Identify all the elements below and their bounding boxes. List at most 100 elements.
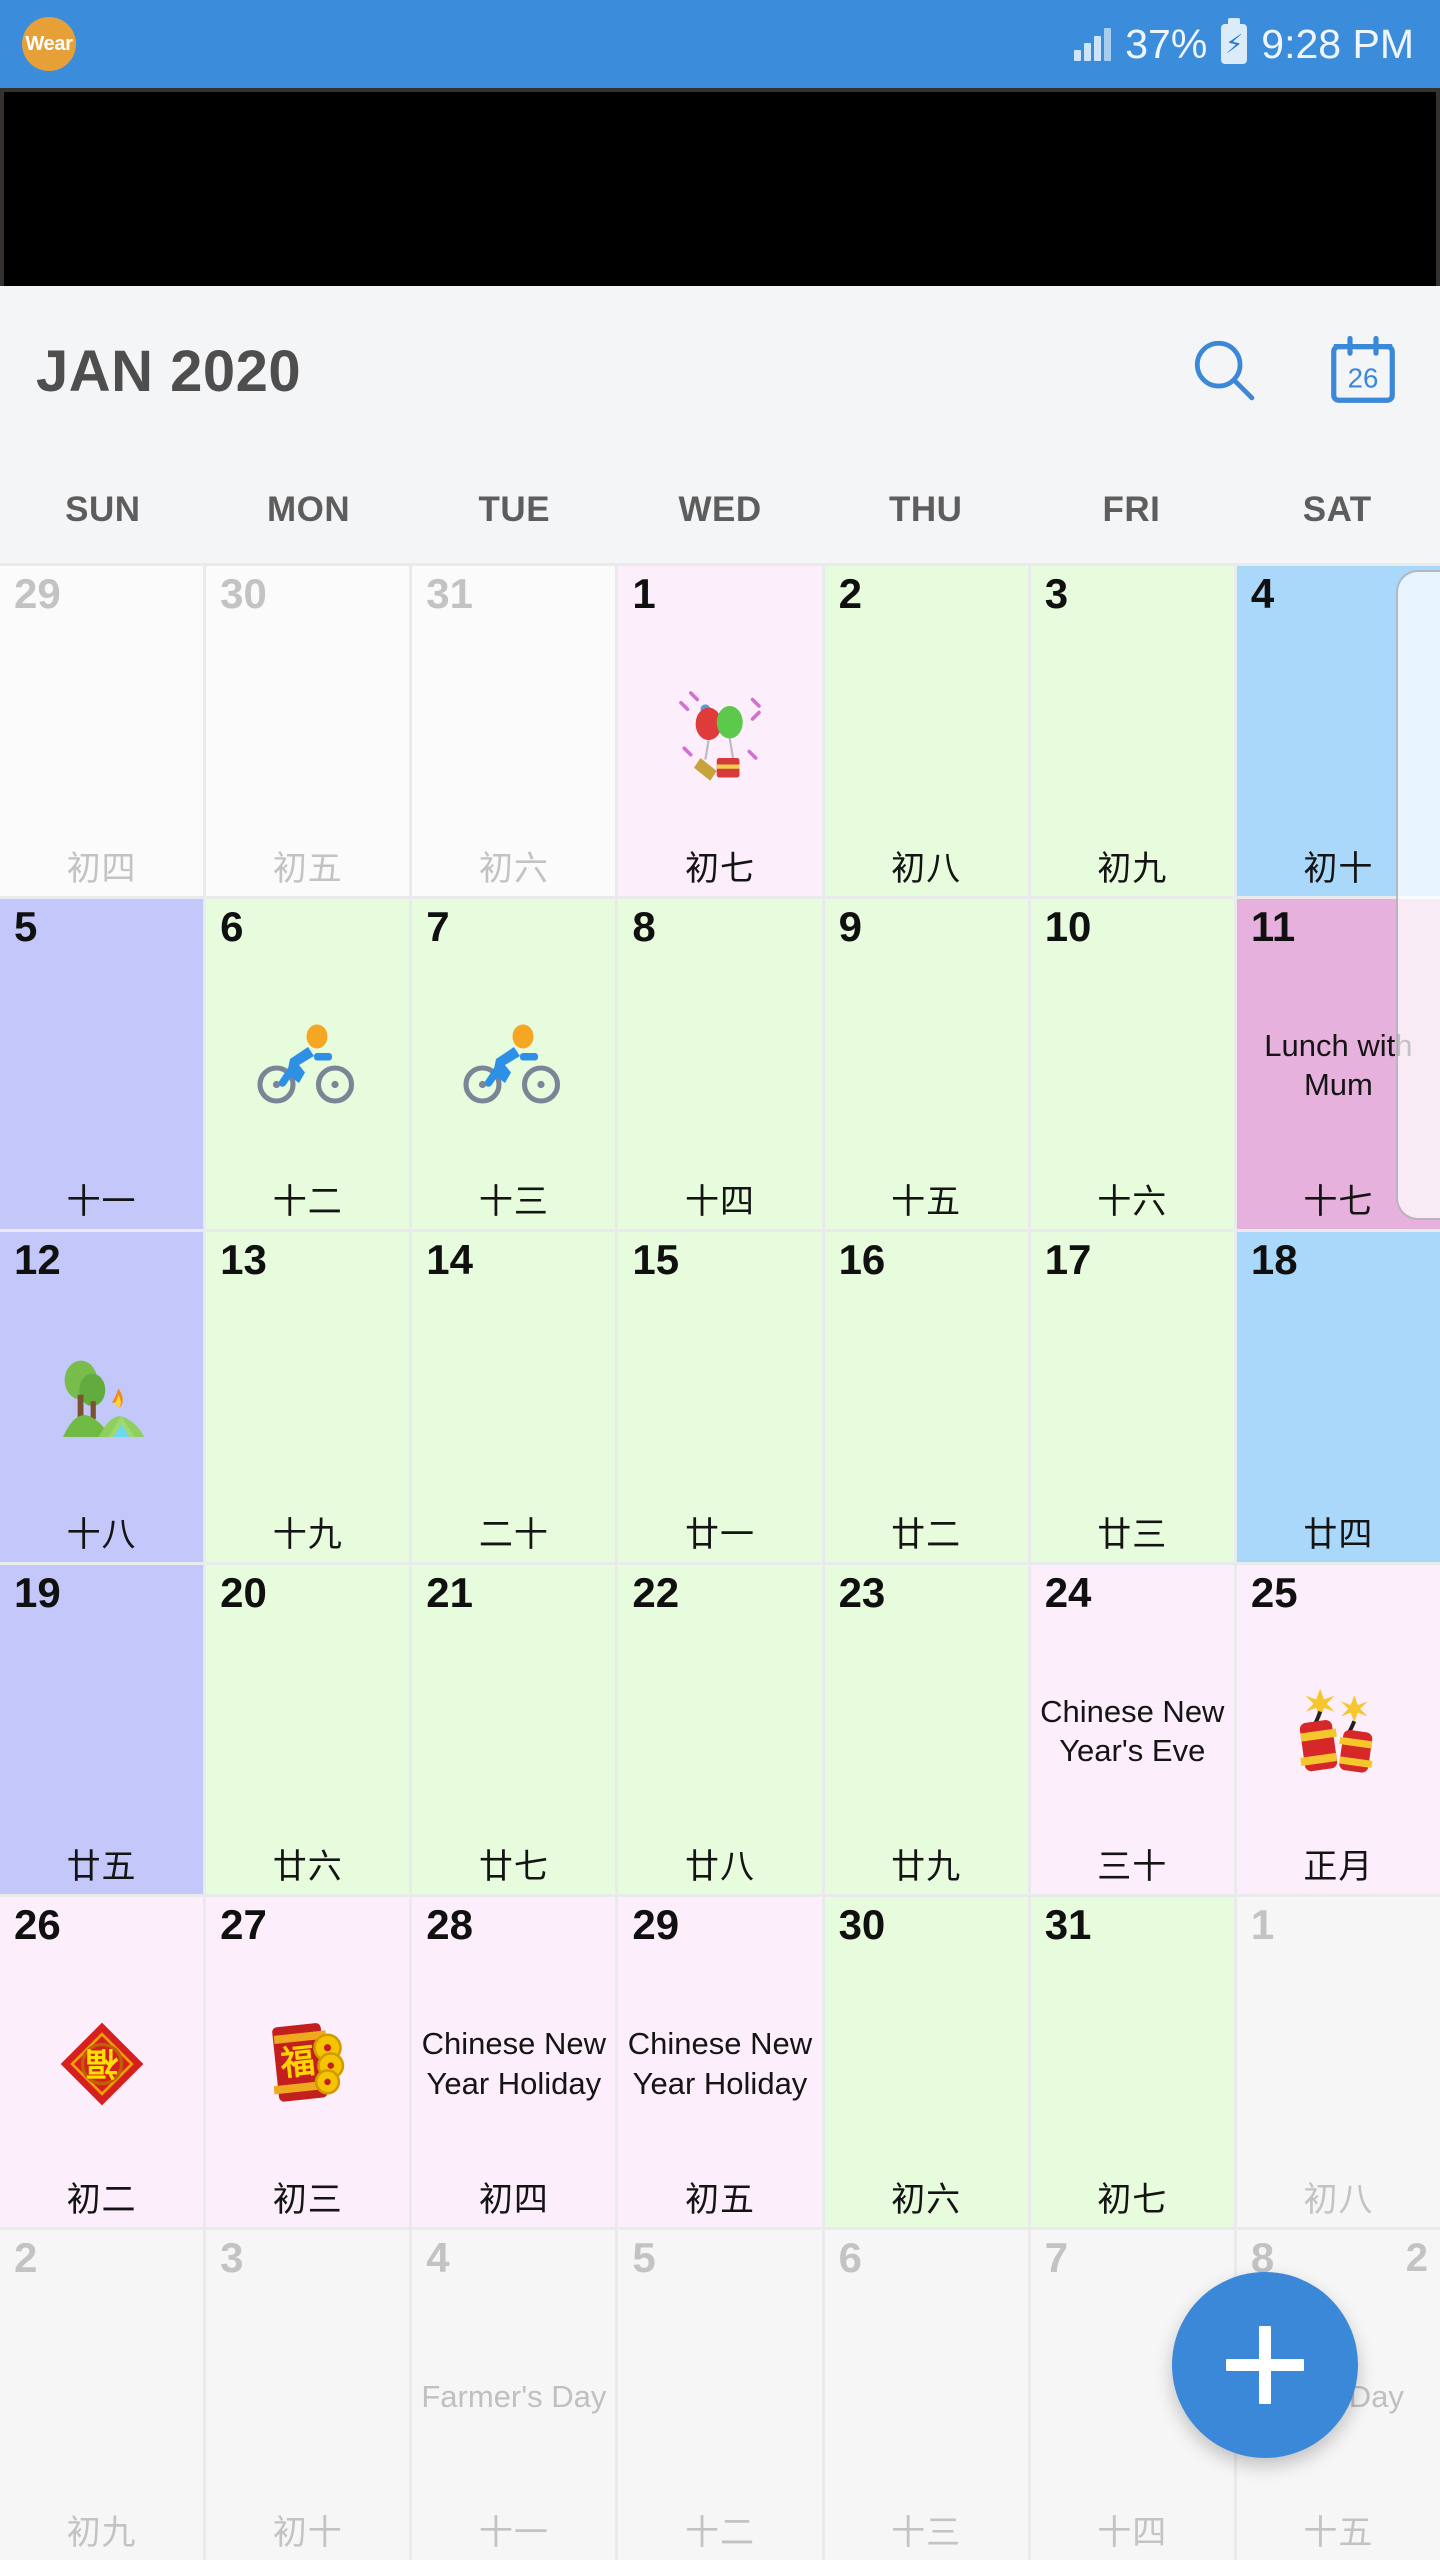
calendar-day-cell[interactable]: 29 Chinese New Year Holiday 初五 — [618, 1897, 822, 2228]
lunar-date-label: 初六 — [891, 2181, 962, 2220]
lunar-date-label: 十六 — [1097, 1182, 1168, 1221]
day-event-label[interactable]: Chinese New Year Holiday — [622, 2024, 817, 2102]
calendar-day-cell[interactable]: 23 廿九 — [824, 1564, 1028, 1895]
day-event-label[interactable]: Chinese New Year Holiday — [416, 2024, 611, 2102]
day-cell-content — [210, 1282, 405, 1517]
page-title[interactable]: JAN 2020 — [36, 338, 301, 405]
vertical-scrollbar-thumb[interactable] — [1396, 570, 1440, 1220]
lunar-date-label: 十四 — [1097, 2514, 1168, 2552]
day-number: 10 — [1044, 902, 1092, 950]
more-events-count[interactable]: 2 — [1406, 2236, 1428, 2281]
calendar-day-cell[interactable]: 14 二十 — [412, 1231, 616, 1562]
day-event-label[interactable]: Chinese New Year's Eve — [1035, 1692, 1230, 1770]
calendar-day-cell[interactable]: 13 十九 — [206, 1231, 410, 1562]
calendar-day-cell[interactable]: 30 初六 — [824, 1897, 1028, 2228]
calendar-day-cell[interactable]: 26 福 初二 — [0, 1897, 204, 2228]
toolbar-actions: 26 — [1182, 328, 1406, 414]
day-cell-content: Chinese New Year Holiday — [622, 1948, 817, 2183]
calendar-day-cell[interactable]: 6 十三 — [824, 2230, 1028, 2560]
calendar-day-cell[interactable]: 17 廿三 — [1030, 1231, 1234, 1562]
calendar-day-cell[interactable]: 9 十五 — [824, 898, 1028, 1229]
lunar-date-label: 初四 — [478, 2181, 549, 2220]
day-event-label[interactable]: Farmer's Day — [418, 2377, 609, 2416]
calendar-day-cell[interactable]: 31 初六 — [412, 566, 616, 896]
calendar-day-cell[interactable]: 27 福 初三 — [206, 1897, 410, 2228]
day-cell-content — [1241, 1282, 1436, 1517]
calendar-day-cell[interactable]: 2 初九 — [0, 2230, 204, 2560]
add-event-fab[interactable] — [1172, 2272, 1358, 2458]
calendar-day-cell[interactable]: 8 十四 — [618, 898, 822, 1229]
weekday-header-row: SUN MON TUE WED THU FRI SAT — [0, 456, 1440, 563]
calendar-day-cell[interactable]: 31 初七 — [1030, 1897, 1234, 2228]
lunar-date-label: 廿三 — [1097, 1515, 1168, 1554]
day-cell-content — [4, 617, 199, 852]
day-number: 7 — [426, 902, 450, 950]
calendar-day-cell[interactable]: 4 Farmer's Day 十一 — [412, 2230, 616, 2560]
lunar-date-label: 初五 — [272, 849, 343, 888]
calendar-day-cell[interactable]: 20 廿六 — [206, 1564, 410, 1895]
day-number: 22 — [632, 1568, 680, 1616]
day-number: 19 — [14, 1568, 61, 1616]
calendar-day-cell[interactable]: 18 廿四 — [1236, 1231, 1440, 1562]
search-icon — [1194, 340, 1255, 401]
day-number: 16 — [838, 1235, 886, 1283]
calendar-day-cell[interactable]: 1 初七 — [618, 566, 822, 896]
day-cell-content — [210, 617, 405, 852]
day-cell-content — [829, 949, 1024, 1184]
calendar-day-cell[interactable]: 6 十二 — [206, 898, 410, 1229]
calendar-day-cell[interactable]: 10 十六 — [1030, 898, 1234, 1229]
lunar-date-label: 廿一 — [684, 1515, 755, 1554]
calendar-day-cell[interactable]: 12 十八 — [0, 1231, 204, 1562]
calendar-day-cell[interactable]: 16 廿二 — [824, 1231, 1028, 1562]
calendar-day-cell[interactable]: 7 十三 — [412, 898, 616, 1229]
battery-charging-icon: ⚡ — [1221, 18, 1248, 64]
calendar-day-cell[interactable]: 28 Chinese New Year Holiday 初四 — [412, 1897, 616, 2228]
calendar-day-cell[interactable]: 19 廿五 — [0, 1564, 204, 1895]
day-cell-content — [829, 617, 1024, 852]
lunar-date-label: 十三 — [891, 2514, 962, 2552]
wear-badge-label: Wear — [25, 32, 73, 55]
fu-diamond-icon: 福 — [50, 2012, 154, 2116]
advertisement-banner[interactable] — [0, 88, 1440, 286]
status-bar: Wear 37% ⚡ 9:28 PM — [0, 0, 1440, 88]
day-cell-content — [622, 1615, 817, 1850]
day-number: 14 — [426, 1235, 473, 1283]
day-cell-content — [1035, 1282, 1230, 1517]
search-button[interactable] — [1182, 328, 1268, 414]
status-bar-clock: 9:28 PM — [1261, 20, 1414, 67]
lunar-date-label: 初三 — [272, 2181, 343, 2220]
day-cell-content: Chinese New Year's Eve — [1035, 1615, 1230, 1850]
month-grid: 29 初四 30 初五 31 初六 1 初七 2 初八 3 初九 4 初十 5 十一 6 十二 7 — [0, 563, 1440, 2560]
day-cell-content: 福 — [4, 1948, 199, 2183]
calendar-day-cell[interactable]: 1 初八 — [1236, 1897, 1440, 2228]
weekday-tue: TUE — [478, 489, 551, 529]
calendar-day-cell[interactable]: 25 正月 — [1236, 1564, 1440, 1895]
day-number: 24 — [1044, 1568, 1092, 1616]
day-number: 9 — [838, 902, 862, 950]
calendar-day-cell[interactable]: 22 廿八 — [618, 1564, 822, 1895]
day-number: 2 — [838, 570, 862, 617]
weekday-fri: FRI — [1102, 489, 1161, 529]
calendar-day-cell[interactable]: 5 十一 — [0, 898, 204, 1229]
calendar-day-cell[interactable]: 30 初五 — [206, 566, 410, 896]
calendar-day-cell[interactable]: 5 十二 — [618, 2230, 822, 2560]
wear-notification-badge[interactable]: Wear — [22, 17, 76, 71]
cyclist-icon — [460, 1021, 568, 1109]
calendar-day-cell[interactable]: 3 初九 — [1030, 566, 1234, 896]
day-cell-content: Chinese New Year Holiday — [416, 1948, 611, 2183]
svg-text:福: 福 — [277, 2041, 316, 2084]
calendar-day-cell[interactable]: 24 Chinese New Year's Eve 三十 — [1030, 1564, 1234, 1895]
day-number: 3 — [1044, 570, 1069, 617]
today-button[interactable]: 26 — [1320, 328, 1406, 414]
lunar-date-label: 十三 — [478, 1182, 549, 1221]
day-cell-content — [622, 617, 817, 852]
calendar-day-cell[interactable]: 15 廿一 — [618, 1231, 822, 1562]
calendar-day-cell[interactable]: 21 廿七 — [412, 1564, 616, 1895]
calendar-day-cell[interactable]: 3 初十 — [206, 2230, 410, 2560]
day-number: 4 — [1250, 570, 1275, 617]
calendar-day-cell[interactable]: 29 初四 — [0, 566, 204, 896]
calendar-day-cell[interactable]: 2 初八 — [824, 566, 1028, 896]
lunar-date-label: 十八 — [66, 1515, 137, 1554]
lunar-date-label: 初九 — [66, 2514, 137, 2552]
day-number: 6 — [838, 2234, 862, 2282]
